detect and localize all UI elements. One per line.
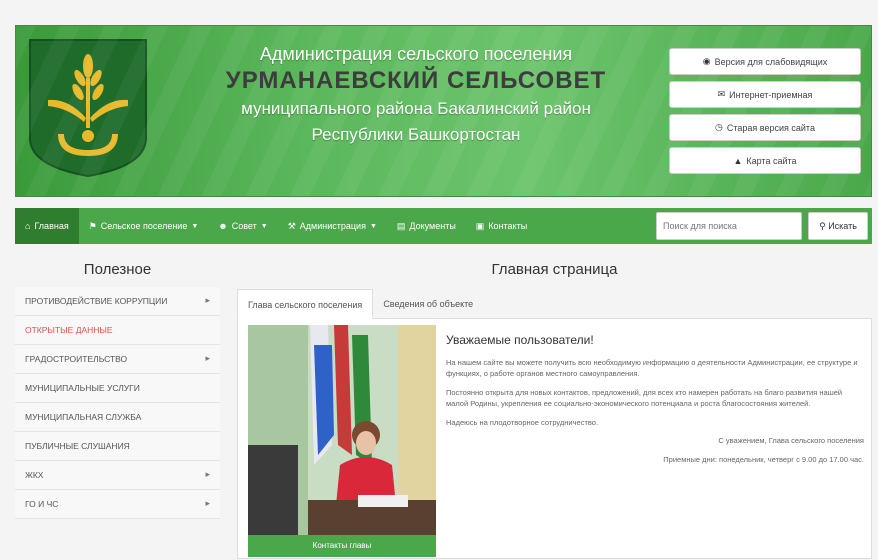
sidebar-list: Противодействие коррупции ▸ Открытые дан… (15, 287, 220, 519)
users-icon: ☻ (218, 221, 228, 231)
head-contacts-button[interactable]: Контакты главы (248, 535, 436, 557)
chevron-down-icon: ▼ (260, 222, 268, 230)
main-content: Главная страница Глава сельского поселен… (237, 255, 872, 559)
document-icon: ▤ (396, 220, 406, 231)
welcome-article: Уважаемые пользователи! На нашем сайте в… (446, 333, 864, 474)
main-nav: ⌂ Главная ⚑ Сельское поселение ▼ ☻ Совет… (15, 208, 872, 244)
tab-panel: Контакты главы Уважаемые пользователи! Н… (237, 319, 872, 559)
sidebar-item-label: Открытые данные (25, 325, 113, 335)
article-paragraph: Постоянно открыта для новых контактов, п… (446, 388, 843, 408)
article-heading: Уважаемые пользователи! (446, 333, 594, 347)
sidebar-item-anticorruption[interactable]: Противодействие коррупции ▸ (15, 287, 220, 316)
chevron-down-icon: ▼ (191, 222, 199, 230)
nav-item-settlement-label: Сельское поселение (100, 221, 188, 231)
sidebar-title: Полезное (83, 261, 152, 278)
sidebar: Полезное Противодействие коррупции ▸ Отк… (15, 255, 220, 519)
chevron-right-icon: ▸ (205, 353, 210, 363)
sitemap-button[interactable]: ▲ Карта сайта (669, 147, 861, 174)
sidebar-item-urban-planning[interactable]: Градостроительство ▸ (15, 345, 220, 374)
search-input[interactable] (656, 212, 802, 240)
nav-item-council-label: Совет (231, 221, 257, 231)
banner-buttons: ◉ Версия для слабовидящих ✉ Интернет-при… (669, 48, 861, 180)
tab-bar: Глава сельского поселения Сведения об об… (237, 289, 872, 319)
clock-icon: ◷ (715, 122, 723, 132)
sidebar-item-civil-defense[interactable]: ГО и ЧС ▸ (15, 490, 220, 519)
head-photo (248, 325, 436, 535)
page-title: Главная страница (491, 261, 618, 278)
sidebar-item-municipal-services[interactable]: Муниципальные услуги (15, 374, 220, 403)
article-paragraph: Надеюсь на плодотворное сотрудничество. (446, 418, 599, 427)
tab-object-info[interactable]: Сведения об объекте (373, 289, 483, 318)
search-form: ⚲ Искать (656, 212, 872, 240)
sitemap-label: Карта сайта (746, 155, 797, 166)
contacts-icon: ▣ (475, 220, 485, 231)
chevron-right-icon: ▸ (205, 295, 210, 305)
sitemap-icon: ▲ (733, 155, 743, 166)
nav-item-documents[interactable]: ▤ Документы (387, 208, 466, 244)
sidebar-item-municipal-service[interactable]: Муниципальная служба (15, 403, 220, 432)
article-signature: С уважением, Глава сельского поселения (718, 436, 864, 445)
banner-title: Администрация сельского поселения УРМАНА… (176, 42, 656, 148)
tab-head-of-settlement[interactable]: Глава сельского поселения (237, 289, 374, 319)
nav-item-home-label: Главная (34, 221, 69, 231)
sidebar-item-label: Муниципальная служба (25, 412, 142, 422)
nav-item-documents-label: Документы (409, 221, 456, 231)
sidebar-item-label: ГО и ЧС (25, 499, 59, 509)
sidebar-item-label: Градостроительство (25, 354, 128, 364)
nav-item-home[interactable]: ⌂ Главная (15, 208, 79, 244)
sidebar-item-open-data[interactable]: Открытые данные (15, 316, 220, 345)
nav-item-contacts[interactable]: ▣ Контакты (466, 208, 537, 244)
accessibility-version-button[interactable]: ◉ Версия для слабовидящих (669, 48, 861, 75)
mail-icon: ✉ (717, 89, 726, 99)
search-button[interactable]: ⚲ Искать (808, 212, 868, 240)
home-icon: ⌂ (25, 221, 31, 231)
banner-line-3: муниципального района Бакалинский район (241, 99, 591, 118)
banner-line-1: Администрация сельского поселения (259, 44, 573, 64)
sidebar-item-housing[interactable]: ЖКХ ▸ (15, 461, 220, 490)
banner-line-2: УРМАНАЕВСКИЙ СЕЛЬСОВЕТ (225, 67, 607, 94)
eye-icon: ◉ (702, 56, 711, 66)
reception-hours: Приемные дни: понедельник, четверг с 9.0… (663, 455, 864, 464)
old-version-button[interactable]: ◷ Старая версия сайта (669, 114, 861, 141)
flag-icon: ⚑ (88, 220, 97, 231)
old-version-label: Старая версия сайта (726, 122, 815, 133)
accessibility-version-label: Версия для слабовидящих (714, 56, 828, 67)
search-button-label: Искать (828, 220, 857, 231)
coat-of-arms-icon (29, 39, 147, 178)
sidebar-item-label: ЖКХ (25, 470, 44, 480)
chevron-right-icon: ▸ (205, 498, 210, 508)
nav-item-contacts-label: Контакты (488, 221, 528, 231)
sidebar-item-label: Противодействие коррупции (25, 296, 168, 306)
sidebar-item-label: Публичные слушания (25, 441, 130, 451)
internet-reception-button[interactable]: ✉ Интернет-приемная (669, 81, 861, 108)
nav-item-administration-label: Администрация (299, 221, 366, 231)
chevron-right-icon: ▸ (205, 469, 210, 479)
nav-item-administration[interactable]: ⚒ Администрация ▼ (278, 208, 387, 244)
banner-line-4: Республики Башкортостан (311, 125, 521, 144)
search-icon: ⚲ (819, 220, 826, 231)
internet-reception-label: Интернет-приемная (729, 89, 813, 100)
article-paragraph: На нашем сайте вы можете получить всю не… (446, 358, 858, 378)
building-icon: ⚒ (287, 220, 296, 231)
site-banner: Администрация сельского поселения УРМАНА… (15, 25, 872, 197)
sidebar-item-label: Муниципальные услуги (25, 383, 140, 393)
nav-item-settlement[interactable]: ⚑ Сельское поселение ▼ (79, 208, 209, 244)
chevron-down-icon: ▼ (369, 222, 377, 230)
nav-item-council[interactable]: ☻ Совет ▼ (208, 208, 277, 244)
sidebar-item-public-hearings[interactable]: Публичные слушания (15, 432, 220, 461)
